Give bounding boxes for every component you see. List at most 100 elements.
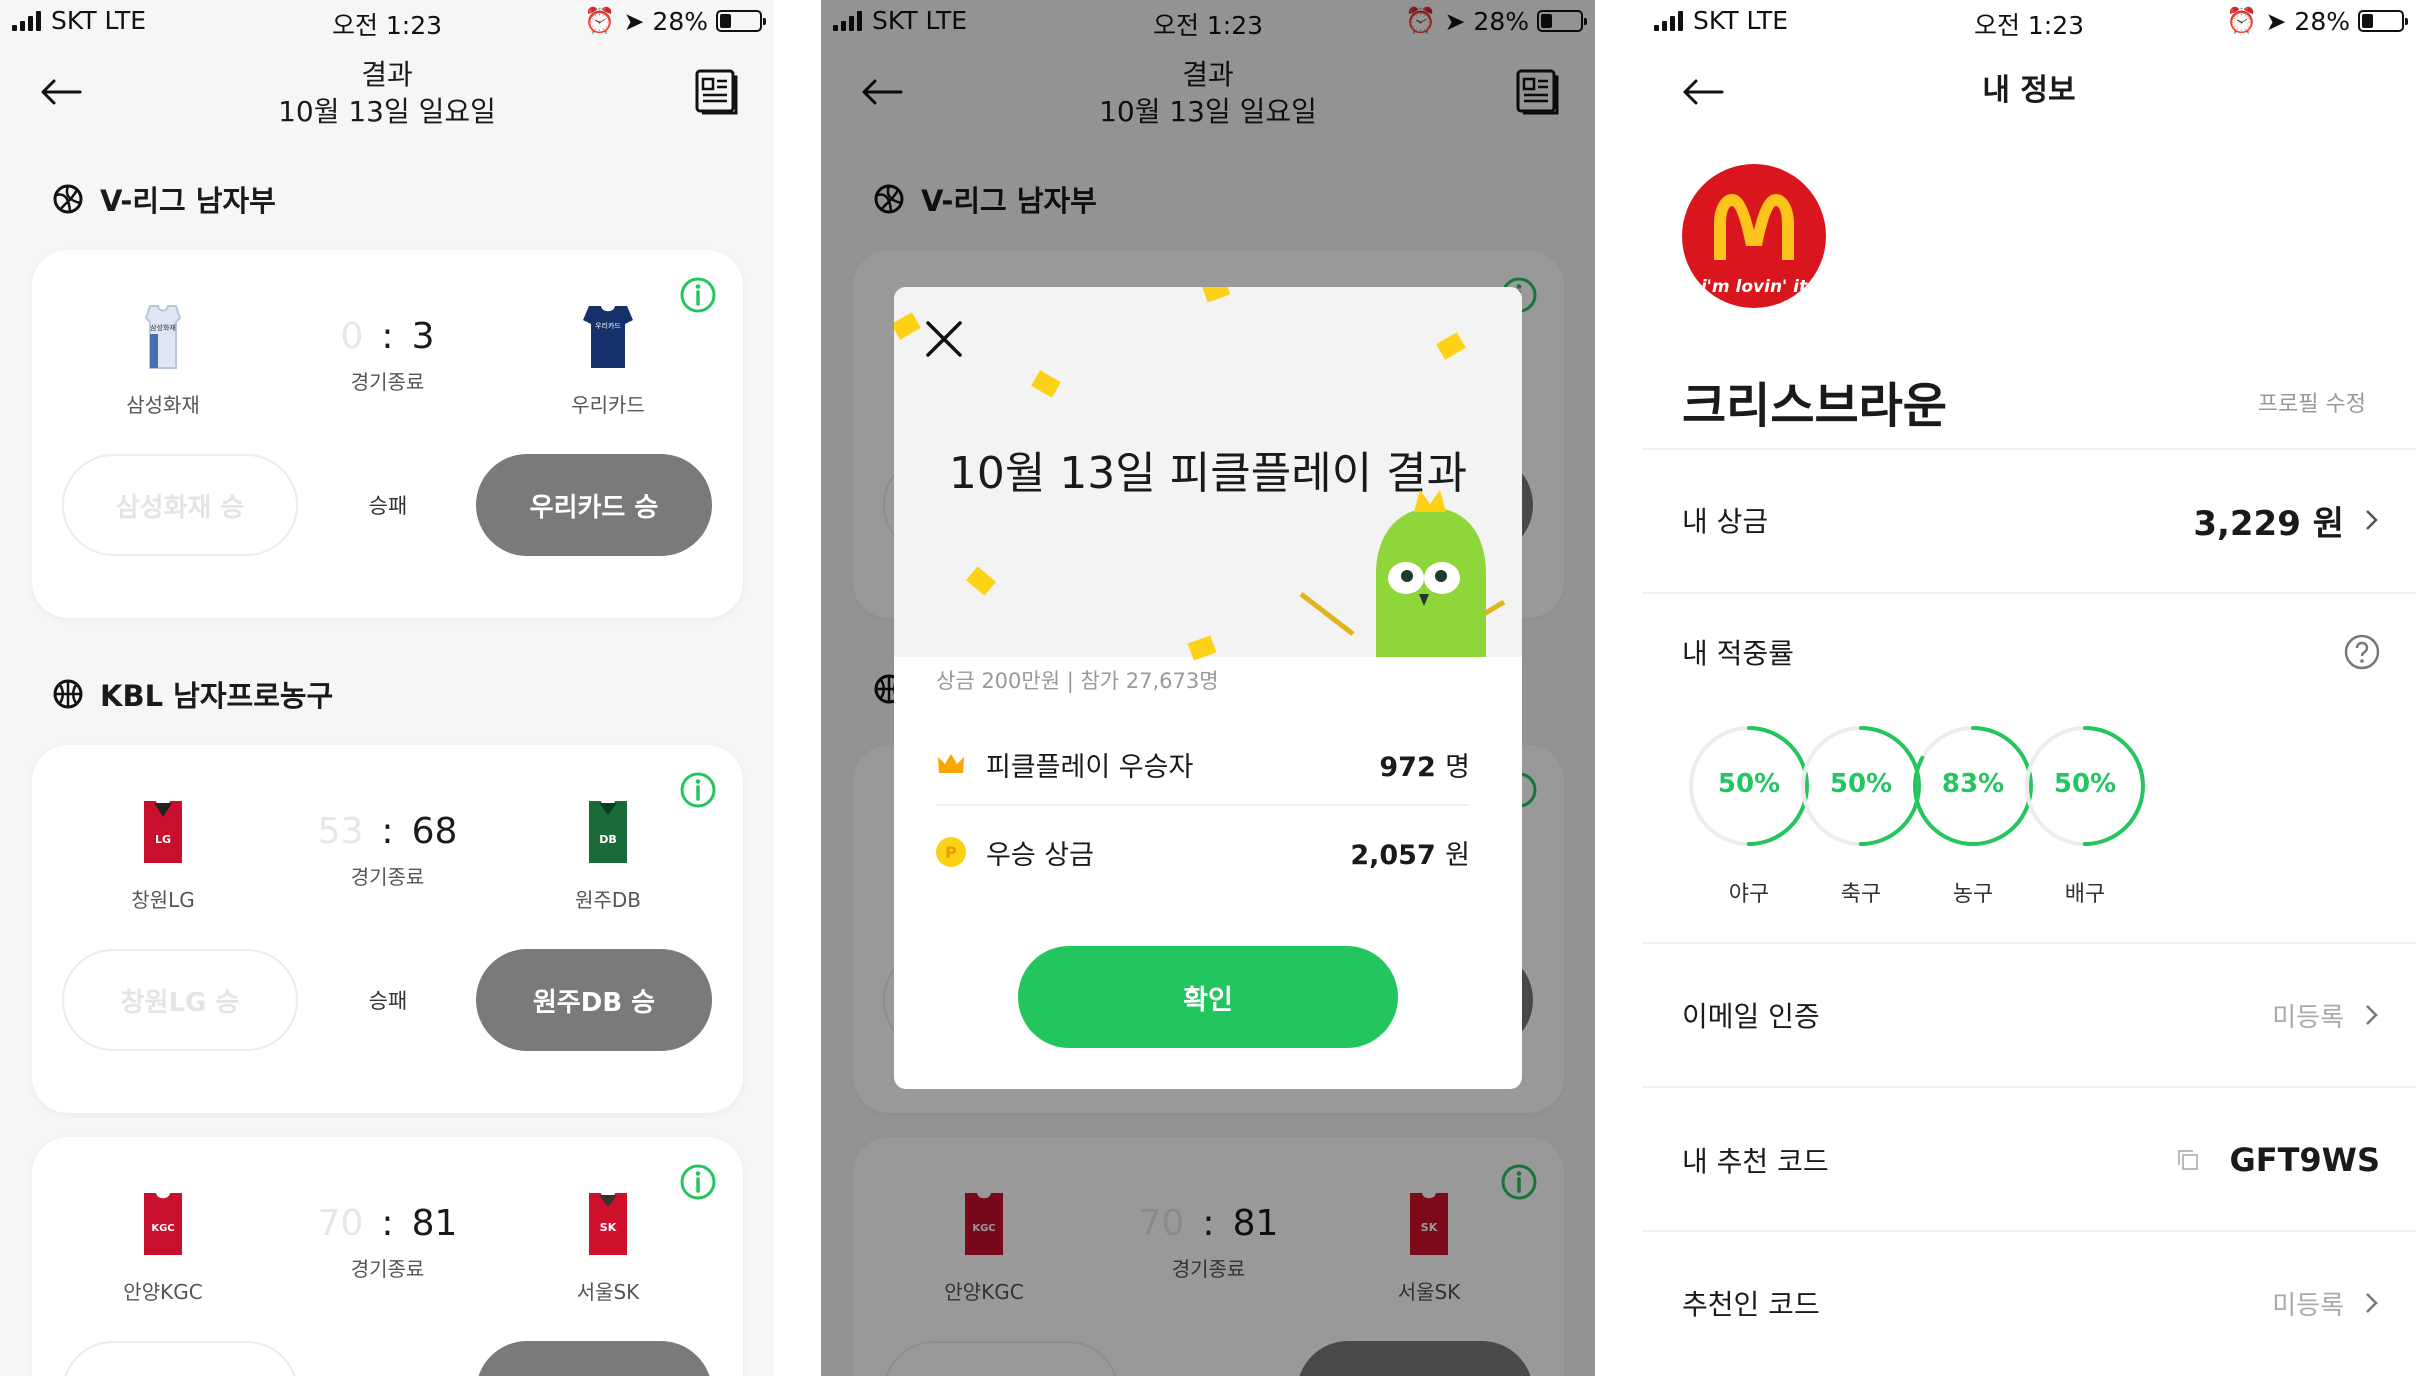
- battery-percent: 28%: [652, 6, 708, 36]
- referrer-label: 추천인 코드: [1682, 1288, 1820, 1321]
- jersey-icon: SK: [589, 1193, 627, 1255]
- location-icon: ➤: [623, 6, 645, 36]
- edit-profile-link[interactable]: 프로필 수정: [2258, 386, 2366, 418]
- accuracy-ring: 50% 야구: [1687, 724, 1811, 908]
- section-title: KBL 남자프로농구: [100, 679, 334, 713]
- newspaper-icon[interactable]: [692, 68, 740, 116]
- winners-row: 피클플레이 우승자 972 명: [936, 724, 1470, 804]
- accuracy-ring: 50% 배구: [2023, 724, 2147, 908]
- email-label: 이메일 인증: [1682, 1000, 1820, 1033]
- volleyball-icon: [53, 184, 83, 214]
- confetti: [1436, 332, 1466, 360]
- game-card: 삼성화재 삼성화재 0:3 경기종료 우리카드 우리카드 삼성화재 승 승패 우…: [32, 250, 743, 618]
- pick-away-button[interactable]: 우리카드 승: [476, 454, 712, 556]
- prize-label: 우승 상금: [986, 839, 1094, 871]
- section-kbl: KBL 남자프로농구: [52, 673, 333, 715]
- result-modal: 10월 13일 피클플레이 결과 상금 200만원 | 참가 27,673명 피…: [894, 287, 1522, 1089]
- game-card: LG 창원LG 53:68 경기종료 DB 원주DB 창원LG 승 승패 원주D…: [32, 745, 743, 1113]
- winners-value: 972 명: [1379, 751, 1470, 783]
- away-team-name: 원주DB: [575, 888, 641, 912]
- crown-icon: [938, 754, 964, 773]
- svg-text:SK: SK: [600, 1221, 617, 1234]
- pick-home-button[interactable]: [62, 1341, 298, 1376]
- alarm-icon: ⏰: [584, 6, 616, 35]
- header: 결과 10월 13일 일요일: [0, 54, 774, 134]
- accuracy-percent: 50%: [1717, 769, 1781, 799]
- status-bar: SKT LTE 오전 1:23 ⏰ ➤ 28%: [0, 0, 774, 42]
- accuracy-ring: 50% 축구: [1799, 724, 1923, 908]
- jersey-icon: 우리카드: [583, 306, 633, 368]
- pick-home-button[interactable]: 창원LG 승: [62, 949, 298, 1051]
- my-prize-row[interactable]: 내 상금 3,229 원: [1682, 480, 2380, 560]
- prize-label: 내 상금: [1682, 505, 1769, 538]
- prize-value: 2,057 원: [1350, 839, 1470, 871]
- status-bar: SKT LTE 오전 1:23 ⏰ ➤ 28%: [1642, 0, 2416, 42]
- accuracy-sport: 축구: [1840, 882, 1882, 907]
- svg-text:우리카드: 우리카드: [595, 321, 621, 330]
- divider: [1642, 448, 2416, 450]
- svg-text:i'm lovin' it: i'm lovin' it: [1701, 277, 1808, 297]
- pick-home-button[interactable]: 삼성화재 승: [62, 454, 298, 556]
- basketball-icon: [53, 679, 83, 709]
- avatar[interactable]: i'm lovin' it: [1682, 164, 1826, 308]
- alarm-icon: ⏰: [2226, 6, 2258, 35]
- section-title: V-리그 남자부: [100, 184, 276, 218]
- coin-icon: P: [936, 837, 966, 867]
- referrer-row[interactable]: 추천인 코드 미등록: [1682, 1263, 2380, 1343]
- chevron-right-icon: [2366, 1293, 2378, 1313]
- away-team-name: 서울SK: [576, 1280, 640, 1304]
- away-team: 우리카드 우리카드: [528, 304, 688, 418]
- confetti: [1201, 287, 1231, 303]
- referral-label: 내 추천 코드: [1682, 1145, 1829, 1178]
- battery-icon: [2358, 10, 2408, 32]
- accuracy-percent: 83%: [1941, 769, 2005, 799]
- battery-percent: 28%: [2294, 6, 2350, 36]
- confetti: [1187, 635, 1217, 661]
- accuracy-sport: 농구: [1952, 882, 1994, 907]
- away-team: DB 원주DB: [528, 799, 688, 913]
- pick-away-button[interactable]: 원주DB 승: [476, 949, 712, 1051]
- result-type: 승패: [368, 989, 408, 1013]
- user-name: 크리스브라운: [1682, 378, 1947, 434]
- svg-text:DB: DB: [599, 833, 617, 846]
- profile-screen: SKT LTE 오전 1:23 ⏰ ➤ 28% 내 정보 i'm lovin' it…: [1642, 0, 2416, 1376]
- modal-stats: 상금 200만원 | 참가 27,673명: [936, 669, 1219, 693]
- email-status: 미등록: [2272, 1002, 2344, 1033]
- prize-row: P 우승 상금 2,057 원: [936, 812, 1470, 892]
- game-card: KGC 안양KGC 70:81 경기종료 SK 서울SK: [32, 1137, 743, 1376]
- help-icon[interactable]: [2344, 634, 2380, 670]
- battery-icon: [716, 10, 766, 32]
- close-icon[interactable]: [924, 319, 964, 359]
- jersey-icon: DB: [589, 801, 627, 863]
- mcdonalds-logo-icon: i'm lovin' it: [1701, 194, 1808, 297]
- accuracy-sport: 야구: [1728, 882, 1770, 907]
- location-icon: ➤: [2265, 6, 2287, 36]
- email-row[interactable]: 이메일 인증 미등록: [1682, 975, 2380, 1055]
- chevron-right-icon: [2366, 1005, 2378, 1025]
- divider: [936, 804, 1470, 806]
- divider: [1642, 1230, 2416, 1232]
- accuracy-ring: 83% 농구: [1911, 724, 2035, 908]
- section-vleague: V-리그 남자부: [52, 178, 276, 220]
- copy-icon[interactable]: [2175, 1147, 2201, 1173]
- page-title: 결과: [361, 58, 413, 91]
- prize-value: 3,229 원: [2193, 503, 2344, 544]
- results-screen-with-modal: SKT LTE 오전 1:23 ⏰ ➤ 28% 결과 10월 13일 일요일 V-리…: [821, 0, 1595, 1376]
- accuracy-label: 내 적중률: [1682, 637, 1794, 670]
- referrer-status: 미등록: [2272, 1290, 2344, 1321]
- result-type: 승패: [368, 494, 408, 518]
- confetti: [894, 312, 921, 340]
- header: 내 정보: [1642, 54, 2416, 134]
- mascot-icon: [1299, 490, 1506, 657]
- away-team: SK 서울SK: [528, 1191, 688, 1305]
- confetti: [1031, 370, 1061, 398]
- divider: [1642, 592, 2416, 594]
- confirm-button[interactable]: 확인: [1018, 946, 1398, 1048]
- modal-banner: 10월 13일 피클플레이 결과: [894, 287, 1522, 661]
- away-team-name: 우리카드: [571, 393, 645, 417]
- confetti: [966, 566, 996, 596]
- divider: [1642, 942, 2416, 944]
- pick-away-button[interactable]: [476, 1341, 712, 1376]
- accuracy-percent: 50%: [2053, 769, 2117, 799]
- referral-row: 내 추천 코드 GFT9WS: [1682, 1120, 2380, 1200]
